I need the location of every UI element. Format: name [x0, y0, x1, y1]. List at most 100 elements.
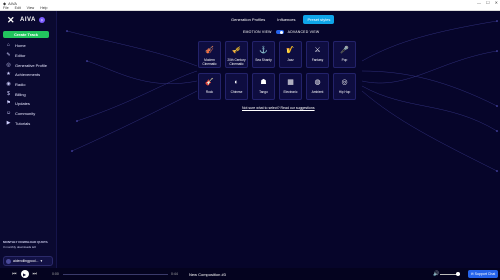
sidebar-item-label: Editor — [15, 53, 26, 59]
view-toggle-switch[interactable] — [275, 30, 284, 34]
chat-icon: ✉ — [470, 272, 474, 276]
sidebar-item-community[interactable]: ☺ Community — [3, 109, 55, 119]
volume-knob[interactable] — [456, 272, 460, 276]
community-icon: ☺ — [6, 110, 12, 117]
ambient-icon: ◍ — [314, 79, 321, 86]
style-label: Electronic — [283, 90, 298, 94]
sidebar-item-label: Achievements — [15, 72, 41, 78]
sidebar-item-updates[interactable]: ⚑ Updates — [3, 99, 55, 109]
style-tile-20th-century-cinematic[interactable]: 🎺 20th Century Cinematic — [225, 41, 248, 68]
main-content: Generation Profiles Influences Preset st… — [57, 11, 500, 268]
menu-view[interactable]: View — [27, 6, 35, 10]
style-tile-ambient[interactable]: ◍ Ambient — [306, 73, 329, 100]
player-bar: ⏮ ▶ ⏭ 0:00 0:44 New Composition #3 🔊 ✉ S… — [0, 268, 500, 280]
progress-slider[interactable] — [63, 274, 168, 275]
close-button[interactable]: ✕ — [495, 0, 498, 5]
tab-generation-profiles[interactable]: Generation Profiles — [227, 15, 269, 24]
support-chat-label: Support Chat — [474, 272, 496, 276]
window-controls: — ☐ ✕ — [477, 0, 498, 5]
style-tile-modern-cinematic[interactable]: 🎻 Modern Cinematic — [198, 41, 221, 68]
tab-influences[interactable]: Influences — [273, 15, 299, 24]
microphone-icon: 🎤 — [340, 47, 349, 54]
home-icon: ⌂ — [6, 42, 11, 49]
sidebar: ✕ AIVA β Create Track ⌂ Home ✎ Editor ◎ Gen… — [0, 11, 57, 268]
style-label: Rock — [205, 90, 214, 94]
user-account-button[interactable]: aiderollingpool... ▾ — [3, 256, 53, 266]
style-tile-jazz[interactable]: 🎷 Jazz — [279, 41, 302, 68]
quota-text: 3 monthly downloads left — [3, 244, 37, 249]
next-icon[interactable]: ⏭ — [33, 271, 38, 277]
now-playing-title: New Composition #3 — [189, 272, 226, 277]
style-tile-fantasy[interactable]: ⚔ Fantasy — [306, 41, 329, 68]
swords-icon: ⚔ — [314, 47, 321, 54]
sidebar-item-billing[interactable]: $ Billing — [3, 89, 55, 99]
sidebar-item-label: Radio — [15, 82, 26, 88]
create-track-button[interactable]: Create Track — [3, 31, 49, 38]
sidebar-item-label: Billing — [15, 91, 26, 97]
sidebar-item-generative-profile[interactable]: ◎ Generative Profile — [3, 60, 55, 70]
sidebar-item-tutorials[interactable]: ▶ Tutorials — [3, 119, 55, 129]
brand-logo[interactable]: ✕ AIVA β — [7, 16, 45, 25]
style-tile-rock[interactable]: 🎸 Rock — [198, 73, 221, 100]
style-label: Ambient — [311, 90, 324, 94]
maximize-button[interactable]: ☐ — [486, 0, 490, 5]
previous-icon[interactable]: ⏮ — [12, 271, 17, 277]
star-icon: ★ — [6, 71, 11, 78]
brand-name: AIVA — [20, 17, 36, 23]
style-tile-tango[interactable]: ☗ Tango — [252, 73, 275, 100]
sidebar-item-label: Home — [15, 43, 26, 49]
beta-badge: β — [38, 17, 45, 23]
avatar — [6, 258, 11, 264]
vinyl-icon: ◎ — [341, 79, 348, 86]
style-label: Sea Shanty — [255, 58, 272, 62]
playback-controls: ⏮ ▶ ⏭ — [12, 270, 37, 278]
violin-icon: 🎻 — [205, 47, 214, 54]
style-label: Chinese — [230, 90, 243, 94]
style-label: Hip Hop — [338, 90, 351, 94]
sidebar-item-editor[interactable]: ✎ Editor — [3, 51, 55, 61]
style-tile-chinese[interactable]: ◐ Chinese — [225, 73, 248, 100]
menu-file[interactable]: File — [3, 6, 9, 10]
style-tile-electronic[interactable]: ▦ Electronic — [279, 73, 302, 100]
profile-tabs: Generation Profiles Influences Preset st… — [227, 15, 335, 24]
style-tile-pop[interactable]: 🎤 Pop — [333, 41, 356, 68]
style-label: 20th Century Cinematic — [227, 58, 246, 66]
guitar-icon: 🎸 — [205, 79, 214, 86]
tab-preset-styles[interactable]: Preset styles — [303, 15, 335, 24]
preset-styles-grid: 🎻 Modern Cinematic 🎺 20th Century Cinemati… — [198, 41, 356, 100]
minimize-button[interactable]: — — [477, 0, 481, 5]
menu-edit[interactable]: Edit — [15, 6, 21, 10]
window-title: AIVA — [8, 0, 17, 6]
total-time: 0:44 — [171, 272, 178, 276]
sidebar-item-label: Generative Profile — [15, 62, 48, 68]
style-label: Tango — [259, 90, 268, 94]
radio-icon: ◉ — [6, 81, 11, 88]
style-label: Modern Cinematic — [202, 58, 217, 66]
suggestions-link[interactable]: Not sure what to select? Read our sugges… — [242, 106, 315, 110]
sidebar-item-label: Updates — [15, 101, 30, 107]
anchor-icon: ⚓ — [259, 47, 268, 54]
app-small-icon: ◆ — [3, 0, 7, 6]
menu-help[interactable]: Help — [40, 6, 47, 10]
style-tile-hip-hop[interactable]: ◎ Hip Hop — [333, 73, 356, 100]
sidebar-item-label: Tutorials — [15, 120, 31, 126]
pencil-icon: ✎ — [6, 52, 11, 59]
style-tile-sea-shanty[interactable]: ⚓ Sea Shanty — [252, 41, 275, 68]
view-toggle: EMOTION VIEW ADVANCED VIEW — [243, 30, 319, 34]
yin-yang-icon: ◐ — [234, 79, 239, 86]
user-email: aiderollingpool... — [13, 259, 39, 263]
current-time: 0:00 — [52, 272, 59, 276]
support-chat-button[interactable]: ✉ Support Chat — [468, 270, 498, 278]
sidebar-item-home[interactable]: ⌂ Home — [3, 41, 55, 51]
trumpet-icon: 🎺 — [232, 47, 241, 54]
play-button[interactable]: ▶ — [20, 270, 29, 278]
quota-title: MONTHLY DOWNLOAD QUOTA — [3, 240, 48, 244]
volume-icon[interactable]: 🔊 — [433, 271, 439, 277]
sidebar-item-label: Community — [15, 111, 36, 117]
sidebar-item-achievements[interactable]: ★ Achievements — [3, 70, 55, 80]
accordion-icon: ☗ — [260, 79, 267, 86]
emotion-view-label: EMOTION VIEW — [243, 30, 272, 34]
sidebar-item-radio[interactable]: ◉ Radio — [3, 80, 55, 90]
dollar-icon: $ — [7, 90, 10, 97]
download-quota: MONTHLY DOWNLOAD QUOTA 3 monthly downloa… — [3, 240, 55, 249]
